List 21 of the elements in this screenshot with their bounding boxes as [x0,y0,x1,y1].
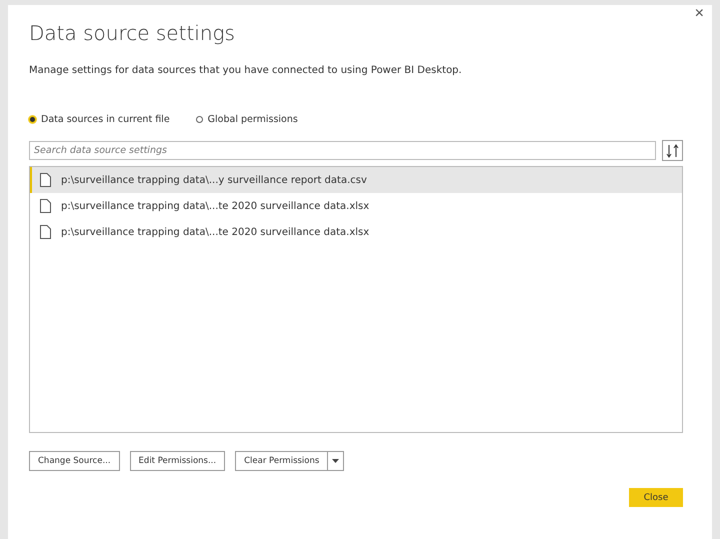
dropdown-button[interactable] [328,451,344,471]
action-button[interactable]: Edit Permissions... [130,451,226,471]
file-icon [40,225,51,239]
close-button[interactable]: Close [629,488,683,507]
window-title: Data source settings [29,21,235,45]
file-icon [40,199,51,213]
search-field[interactable]: Search data source settings [29,141,656,160]
action-button[interactable]: Clear Permissions [235,451,328,471]
radio-label[interactable]: Global permissions [208,114,298,125]
radio-button[interactable] [196,116,203,123]
action-button[interactable]: Change Source... [29,451,120,471]
description-text: Manage settings for data sources that you have connected to using Power BI Desktop. [29,65,463,76]
source-row[interactable]: p:\surveillance trapping data\...y surveillance report data.csv [30,167,682,193]
sort-icon [666,142,680,158]
file-icon [40,173,51,187]
sort-button[interactable] [662,140,683,161]
radio-button[interactable] [29,116,36,123]
source-row[interactable]: p:\surveillance trapping data\...te 2020 surveillance data.xlsx [30,193,682,219]
caret-icon [332,459,340,463]
radio-label[interactable]: Data sources in current file [41,114,170,125]
source-row[interactable]: p:\surveillance trapping data\...te 2020 surveillance data.xlsx [30,219,682,245]
